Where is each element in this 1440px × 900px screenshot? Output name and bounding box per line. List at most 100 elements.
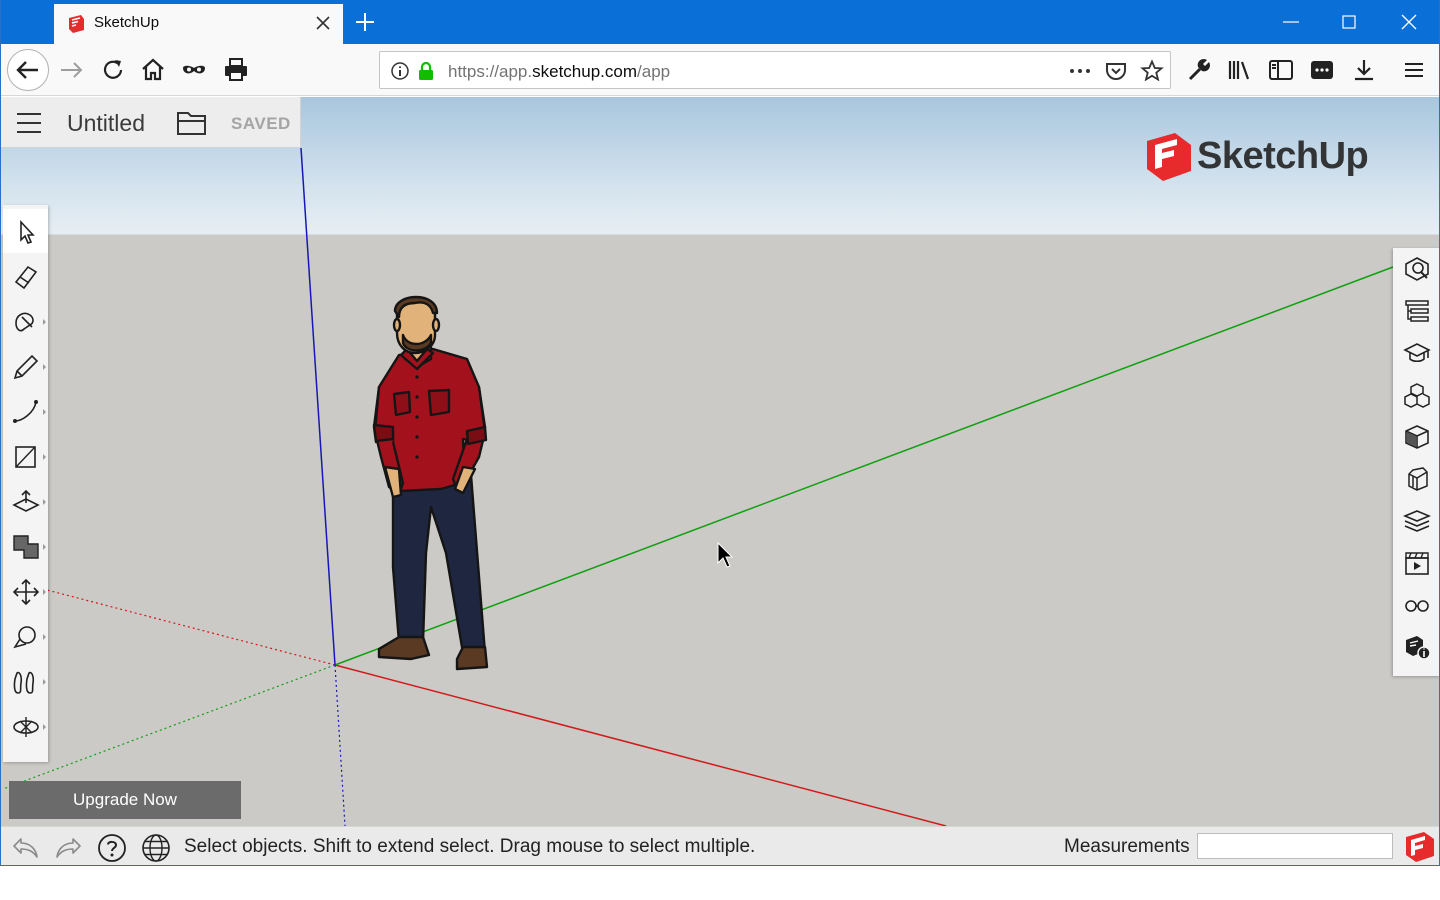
reload-icon[interactable] [97,54,129,86]
app-menu-icon[interactable] [15,111,43,135]
home-icon[interactable] [137,54,169,86]
file-bar: Untitled SAVED [1,97,301,148]
blue-axis [300,147,336,666]
undo-icon[interactable] [11,833,41,863]
url-prefix: https://app. [448,62,533,81]
measurements-input[interactable] [1197,833,1393,859]
move-tool[interactable] [3,569,48,613]
maximize-icon[interactable] [1319,0,1379,44]
offset-tool[interactable] [3,524,48,568]
library-icon[interactable] [1224,54,1256,86]
red-axis [334,664,947,826]
tab-title: SketchUp [94,14,160,31]
pencil-icon [13,354,39,380]
styles-panel[interactable] [1393,458,1439,500]
blue-axis-negative [334,664,346,826]
url-host: sketchup.com [532,62,638,81]
arc-icon [13,400,38,423]
menu-hamburger-icon[interactable] [1398,54,1430,86]
sketchup-brand-icon[interactable] [1404,830,1436,864]
print-icon[interactable] [220,54,252,86]
sketchup-logo: SketchUp [1145,131,1369,188]
green-axis-negative [2,664,336,790]
tool-caret [43,454,46,460]
browser-tab[interactable]: SketchUp [54,4,343,44]
page-actions-icon[interactable] [1068,61,1092,81]
status-message: Select objects. Shift to extend select. … [184,836,756,857]
outliner-icon [1405,300,1429,322]
private-mask-icon[interactable] [178,54,210,86]
extension-icon[interactable] [1306,54,1338,86]
entity-info-icon [1405,257,1429,281]
tool-caret [43,634,46,640]
tool-caret [43,724,46,730]
wrench-icon[interactable] [1183,54,1215,86]
rectangle-tool[interactable] [3,434,48,478]
new-tab-icon[interactable] [353,10,377,34]
outliner-panel[interactable] [1393,290,1439,332]
display-panel[interactable] [1393,584,1439,626]
move-icon [12,579,40,605]
globe-icon[interactable] [141,833,171,863]
tool-caret [43,319,46,325]
orbit-tool[interactable] [3,704,48,748]
status-bar: Select objects. Shift to extend select. … [1,826,1439,865]
tool-caret [43,544,46,550]
bookmark-star-icon[interactable] [1140,59,1164,83]
tool-caret [43,499,46,505]
layers-panel[interactable] [1393,500,1439,542]
forward-arrow-icon[interactable] [55,54,87,86]
tool-caret [43,364,46,370]
model-title[interactable]: Untitled [67,110,145,137]
upgrade-now-button[interactable]: Upgrade Now [9,781,241,819]
eraser-icon [14,265,38,290]
save-status: SAVED [231,114,291,133]
navigation-bar: https://app.sketchup.com/app [1,44,1439,96]
redo-icon[interactable] [53,833,83,863]
select-tool[interactable] [3,209,48,253]
push-pull-tool[interactable] [3,479,48,523]
back-button[interactable] [7,49,49,91]
tape-measure-tool[interactable] [3,614,48,658]
site-info-icon[interactable] [390,61,410,81]
scenes-icon [1405,552,1429,575]
left-toolbar [3,205,48,762]
entity-info-panel[interactable] [1393,248,1439,290]
close-window-icon[interactable] [1379,0,1439,44]
downloads-icon[interactable] [1348,54,1380,86]
pencil-tool[interactable] [3,344,48,388]
url-text[interactable]: https://app.sketchup.com/app [448,62,670,82]
instructor-panel[interactable] [1393,332,1439,374]
components-panel[interactable] [1393,374,1439,416]
sketchup-logo-text: SketchUp [1197,135,1369,177]
pocket-icon[interactable] [1104,60,1128,82]
close-tab-icon[interactable] [312,12,334,34]
paint-icon [15,312,34,332]
scenes-panel[interactable] [1393,542,1439,584]
drawing-canvas[interactable] [1,97,1440,826]
tool-caret [43,409,46,415]
styles-icon [1408,467,1428,491]
arrow-pointer-icon [20,219,35,244]
address-bar[interactable]: https://app.sketchup.com/app [379,51,1171,89]
model-viewport[interactable]: Untitled SAVED SketchUp Upgrade Now [1,97,1440,826]
open-folder-icon[interactable] [176,108,208,136]
eraser-tool[interactable] [3,254,48,298]
sidebar-icon[interactable] [1265,54,1297,86]
orbit-icon [13,717,39,737]
glasses-icon [1405,600,1429,612]
paint-bucket-tool[interactable] [3,299,48,343]
push-pull-icon [12,489,40,512]
red-axis-negative [46,589,336,666]
footprints-icon [13,671,35,694]
offset-icon [13,535,39,559]
arc-tool[interactable] [3,389,48,433]
tool-caret [43,589,46,595]
title-bar: SketchUp [1,0,1439,44]
rectangle-icon [15,446,36,468]
walk-tool[interactable] [3,659,48,703]
minimize-icon[interactable] [1261,0,1321,44]
help-icon[interactable] [97,833,127,863]
materials-panel[interactable] [1393,416,1439,458]
model-info-panel[interactable] [1393,626,1439,668]
